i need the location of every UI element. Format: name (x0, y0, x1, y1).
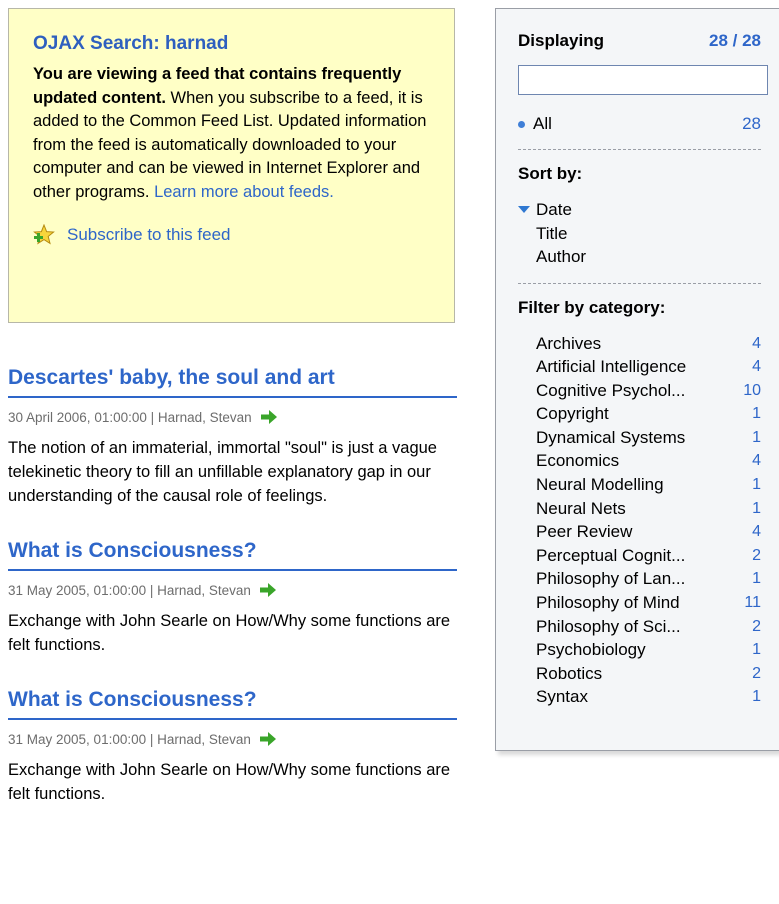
sort-option-title[interactable]: Title (518, 222, 761, 246)
category-filter-item[interactable]: Cognitive Psychol... 10 (518, 379, 761, 403)
green-arrow-icon[interactable] (259, 731, 277, 747)
category-name: Neural Nets (536, 498, 626, 518)
filter-category-heading: Filter by category: (518, 297, 666, 317)
subscribe-link[interactable]: Subscribe to this feed (33, 223, 430, 246)
displaying-label: Displaying (518, 31, 604, 50)
category-name: Copyright (536, 404, 609, 424)
category-filter-item[interactable]: Neural Nets 1 (518, 497, 761, 521)
category-count: 1 (752, 641, 761, 659)
filter-all-label: All (533, 114, 552, 133)
entry-summary: The notion of an immaterial, immortal "s… (8, 439, 437, 505)
category-name: Peer Review (536, 522, 633, 542)
category-name: Syntax (536, 687, 588, 707)
sort-option-label: Author (536, 247, 587, 266)
category-name: Robotics (536, 663, 603, 683)
entry-title-link[interactable]: What is Consciousness? (8, 539, 457, 571)
divider (518, 282, 761, 284)
feed-entry: What is Consciousness? 31 May 2005, 01:0… (8, 688, 457, 806)
displaying-header: Displaying 28 / 28 (518, 31, 761, 51)
category-filter-item[interactable]: Artificial Intelligence 4 (518, 355, 761, 379)
category-filter-item[interactable]: Syntax 1 (518, 685, 761, 709)
category-filter-item[interactable]: Peer Review 4 (518, 520, 761, 544)
category-filter-item[interactable]: Philosophy of Lan... 1 (518, 567, 761, 591)
category-filter-item[interactable]: Philosophy of Mind 11 (518, 591, 761, 615)
category-filter-item[interactable]: Neural Modelling 1 (518, 473, 761, 497)
category-count: 1 (752, 405, 761, 423)
entry-meta: 30 April 2006, 01:00:00 | Harnad, Stevan (8, 408, 457, 426)
category-count: 2 (752, 617, 761, 635)
bullet-icon (518, 120, 525, 128)
feed-sidebar: Displaying 28 / 28 All 28 Sort by: Date … (495, 8, 779, 751)
sort-option-date[interactable]: Date (518, 198, 761, 222)
category-name: Artificial Intelligence (536, 357, 687, 377)
category-name: Philosophy of Sci... (536, 616, 681, 636)
sort-option-label: Title (536, 223, 568, 243)
category-count: 1 (752, 428, 761, 446)
category-filter-item[interactable]: Dynamical Systems 1 (518, 426, 761, 450)
sort-option-author[interactable]: Author (518, 245, 761, 269)
entry-summary: Exchange with John Searle on How/Why som… (8, 612, 451, 654)
category-count: 10 (743, 381, 761, 399)
green-arrow-icon[interactable] (260, 409, 278, 425)
entry-meta: 31 May 2005, 01:00:00 | Harnad, Stevan (8, 581, 457, 599)
category-count: 2 (752, 664, 761, 682)
feed-title: OJAX Search: harnad (33, 33, 229, 54)
category-name: Philosophy of Mind (536, 593, 680, 613)
entry-date-author: 31 May 2005, 01:00:00 | Harnad, Stevan (8, 731, 251, 747)
feed-entry: What is Consciousness? 31 May 2005, 01:0… (8, 539, 457, 657)
category-filter-item[interactable]: Copyright 1 (518, 402, 761, 426)
category-count: 1 (752, 476, 761, 494)
category-name: Psychobiology (536, 640, 646, 660)
green-arrow-icon[interactable] (259, 582, 277, 598)
entry-date-author: 31 May 2005, 01:00:00 | Harnad, Stevan (8, 582, 251, 598)
category-count: 4 (752, 452, 761, 470)
entry-date-author: 30 April 2006, 01:00:00 | Harnad, Stevan (8, 409, 252, 425)
category-name: Economics (536, 451, 620, 471)
category-filter-item[interactable]: Philosophy of Sci... 2 (518, 615, 761, 639)
category-name: Philosophy of Lan... (536, 569, 686, 589)
divider (518, 149, 761, 150)
category-name: Cognitive Psychol... (536, 380, 686, 400)
category-count: 1 (752, 688, 761, 706)
category-count: 4 (752, 358, 761, 376)
entry-meta: 31 May 2005, 01:00:00 | Harnad, Stevan (8, 730, 457, 748)
subscribe-label: Subscribe to this feed (67, 225, 231, 244)
category-filter-item[interactable]: Archives 4 (518, 332, 761, 356)
category-name: Archives (536, 333, 602, 353)
feed-entry: Descartes' baby, the soul and art 30 Apr… (8, 366, 457, 508)
category-filter-item[interactable]: Economics 4 (518, 449, 761, 473)
category-count: 4 (752, 523, 761, 541)
category-count: 1 (752, 499, 761, 517)
entry-summary: Exchange with John Searle on How/Why som… (8, 761, 451, 803)
entry-title-link[interactable]: Descartes' baby, the soul and art (8, 366, 457, 398)
category-count: 2 (752, 546, 761, 564)
star-plus-icon (33, 223, 55, 246)
category-filter-item[interactable]: Perceptual Cognit... 2 (518, 544, 761, 568)
feed-entries: Descartes' baby, the soul and art 30 Apr… (8, 366, 457, 837)
learn-more-link[interactable]: Learn more about feeds. (154, 183, 334, 201)
feed-page: OJAX Search: harnad You are viewing a fe… (0, 0, 779, 904)
entry-title-link[interactable]: What is Consciousness? (8, 688, 457, 720)
category-count: 4 (752, 334, 761, 352)
category-name: Perceptual Cognit... (536, 545, 686, 565)
category-filter-item[interactable]: Robotics 2 (518, 662, 761, 686)
category-name: Neural Modelling (536, 475, 664, 495)
category-name: Dynamical Systems (536, 427, 686, 447)
sort-by-heading: Sort by: (518, 164, 583, 183)
sort-option-label: Date (536, 200, 572, 219)
category-filter-item[interactable]: Psychobiology 1 (518, 638, 761, 662)
category-count: 1 (752, 570, 761, 588)
category-list: Archives 4 Artificial Intelligence 4 Cogniti… (518, 332, 761, 710)
filter-all-item[interactable]: All 28 (518, 113, 761, 135)
triangle-down-icon (518, 206, 530, 213)
feed-info-text: You are viewing a feed that contains fre… (33, 63, 430, 204)
filter-all-count: 28 (742, 114, 761, 133)
filter-search-input[interactable] (518, 65, 768, 95)
displaying-count: 28 / 28 (709, 31, 761, 50)
feed-info-box: OJAX Search: harnad You are viewing a fe… (8, 8, 455, 323)
category-count: 11 (744, 594, 761, 612)
